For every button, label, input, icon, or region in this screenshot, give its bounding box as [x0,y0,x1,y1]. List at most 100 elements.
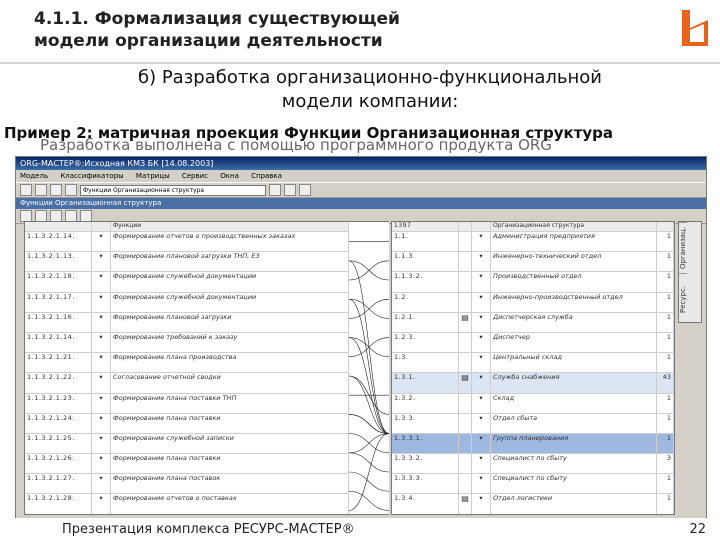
org-unit-icon [458,352,472,374]
org-count: 1 [656,493,674,514]
table-row[interactable]: 1.1.3.2.1.24. ▾ Формирование плана поставк… [25,413,349,434]
table-row[interactable]: 1.1.3.2.1.27. ▾ Формирование плана поставо… [25,473,349,495]
org-unit-text: Отдел логистики [490,493,657,514]
function-text: Формирование плановой загрузки [110,312,349,333]
org-unit-icon [458,453,472,475]
org-count: 43 [656,372,674,394]
table-row[interactable]: 1.1.3.2.1.18. ▾ Формирование служебной док… [25,271,349,293]
row-arrow-icon: ▾ [471,453,491,475]
table-row[interactable]: 1.1.3.2.1.29.▾Формирование плана произво… [25,514,349,515]
footer-caption: Презентация комплекса РЕСУРС-МАСТЕР® [62,522,355,537]
menu-windows[interactable]: Окна [220,172,239,180]
slide-title: 4.1.1. Формализация существующей модели … [34,9,400,51]
row-arrow-icon: ▾ [471,433,491,455]
org-count: 1 [656,352,674,374]
org-unit-icon [458,433,472,455]
menu-help[interactable]: Справка [251,172,282,180]
tab-organization[interactable]: Организац. [679,222,687,273]
row-arrow-icon: ▾ [91,271,111,293]
save-icon[interactable] [50,184,62,196]
refresh-icon[interactable] [284,184,296,196]
org-code: 1.1. [392,231,459,253]
row-arrow-icon: ▾ [471,493,491,514]
table-row[interactable]: 1.3.5. ▾Отдел поставок1 [392,514,674,515]
org-code: 1.2.3. [392,332,459,354]
org-unit-text: Производственный отдел [490,271,657,293]
tab-resources[interactable]: Ресурс. [679,273,687,324]
function-text: Формирование плана производства [111,514,349,515]
org-count: 1 [656,312,674,333]
table-row[interactable]: 1.2.1. ▤ ▾ Диспетчерская служба 1 [392,312,674,333]
org-unit-text: Диспетчер [490,332,657,354]
function-text: Формирование плана производства [110,352,349,374]
org-unit-text: Инженерно-производственный отдел [490,292,657,313]
table-row[interactable]: 1.1.3.2.1.16. ▾ Формирование плановой загр… [25,312,349,333]
table-row[interactable]: 1.1.3.2.1.28. ▾ Формирование отчетов о пос… [25,493,349,514]
filter-icon[interactable] [269,184,281,196]
menu-model[interactable]: Модель [20,172,48,180]
org-code: 1.3.1. [392,372,459,394]
settings-icon[interactable] [299,184,311,196]
org-count: 3 [656,453,674,475]
row-arrow-icon: ▾ [471,393,491,414]
menu-bar: Модель Классификаторы Матрицы Сервис Окн… [16,170,706,183]
row-arrow-icon: ▾ [471,312,491,333]
row-arrow-icon: ▾ [471,271,491,293]
org-unit-icon [458,393,472,414]
table-row[interactable]: 1.3.2. ▾ Склад 1 [392,393,674,414]
table-row[interactable]: 1.3.3. ▾ Отдел сбыта 1 [392,413,674,434]
window-titlebar: ORG-МАСТЕР®:Исходная КМЗ БК [14.08.2003] [16,157,706,170]
org-unit-icon: ▤ [458,312,472,333]
org-code: 1.3.2. [392,393,459,414]
table-row[interactable]: 1.1.3.2.1.23. ▾ Формирование плана поставк… [25,393,349,414]
function-text: Согласование отчетной сводки [110,372,349,394]
table-row[interactable]: 1.1. ▾ Администрация предприятия 1 [392,231,674,253]
org-unit-icon: ▤ [458,372,472,394]
open-icon[interactable] [35,184,47,196]
function-text: Формирование плана поставки [110,413,349,434]
table-row[interactable]: 1.3.3.2. ▾ Специалист по сбыту 3 [392,453,674,475]
table-row[interactable]: 1.1.3.2.1.13. ▾ Формирование плановой загр… [25,251,349,273]
header-org-structure: Организационная структура [490,222,657,232]
table-row[interactable]: 1.3.3.3. ▾ Специалист по сбыту 1 [392,473,674,495]
link-lines [349,221,389,515]
org-structure-pane[interactable]: 1397 Организационная структура 1.1. ▾ Адми… [391,221,675,515]
row-arrow-icon: ▾ [92,514,111,515]
table-row[interactable]: 1.3.3.1. ▾ Группа планирования 1 [392,433,674,455]
org-unit-text: Склад [490,393,657,414]
row-arrow-icon: ▾ [91,251,111,273]
table-row[interactable]: 1.1.3.2.1.14. ▾ Формирование отчетов о про… [25,231,349,253]
function-text: Формирование служебной записки [110,433,349,455]
menu-classifiers[interactable]: Классификаторы [60,172,123,180]
header-functions: Функции [110,222,349,232]
table-row[interactable]: 1.1.3. ▾ Инженерно-технический отдел 1 [392,251,674,273]
functions-pane[interactable]: Функции 1.1.3.2.1.14. ▾ Формирование отчет… [24,221,350,515]
link-line [349,298,389,434]
table-row[interactable]: 1.2. ▾ Инженерно-производственный отдел 1 [392,292,674,313]
header-arrow [91,222,111,232]
table-row[interactable]: 1.1.3.2. ▾ Производственный отдел 1 [392,271,674,293]
table-row[interactable]: 1.1.3.2.1.21. ▾ Формирование плана произво… [25,352,349,374]
row-arrow-icon: ▾ [91,413,111,434]
row-arrow-icon: ▾ [471,352,491,374]
print-icon[interactable] [65,184,77,196]
menu-service[interactable]: Сервис [182,172,208,180]
row-arrow-icon: ▾ [91,312,111,333]
table-row[interactable]: 1.2.3. ▾ Диспетчер 1 [392,332,674,354]
org-count: 1 [656,433,674,455]
table-row[interactable]: 1.1.3.2.1.14. ▾ Формирование требований к … [25,332,349,354]
row-arrow-icon: ▾ [471,332,491,354]
table-row[interactable]: 1.3.4. ▤ ▾ Отдел логистики 1 [392,493,674,514]
menu-matrices[interactable]: Матрицы [136,172,170,180]
table-row[interactable]: 1.1.3.2.1.22. ▾ Согласование отчетной свод… [25,372,349,394]
table-row[interactable]: 1.3.1. ▤ ▾ Служба снабжения 43 [392,372,674,394]
org-code: 1.3. [392,352,459,374]
function-code: 1.1.3.2.1.17. [25,292,92,313]
new-icon[interactable] [20,184,32,196]
table-row[interactable]: 1.3. ▾ Центральный склад 1 [392,352,674,374]
table-row[interactable]: 1.1.3.2.1.25. ▾ Формирование служебной зап… [25,433,349,455]
header-org-code: 1397 [392,222,459,232]
table-row[interactable]: 1.1.3.2.1.26. ▾ Формирование плана поставк… [25,453,349,475]
table-row[interactable]: 1.1.3.2.1.17. ▾ Формирование служебной док… [25,292,349,313]
matrix-selector[interactable]: Функции Организационная структура [80,184,266,196]
